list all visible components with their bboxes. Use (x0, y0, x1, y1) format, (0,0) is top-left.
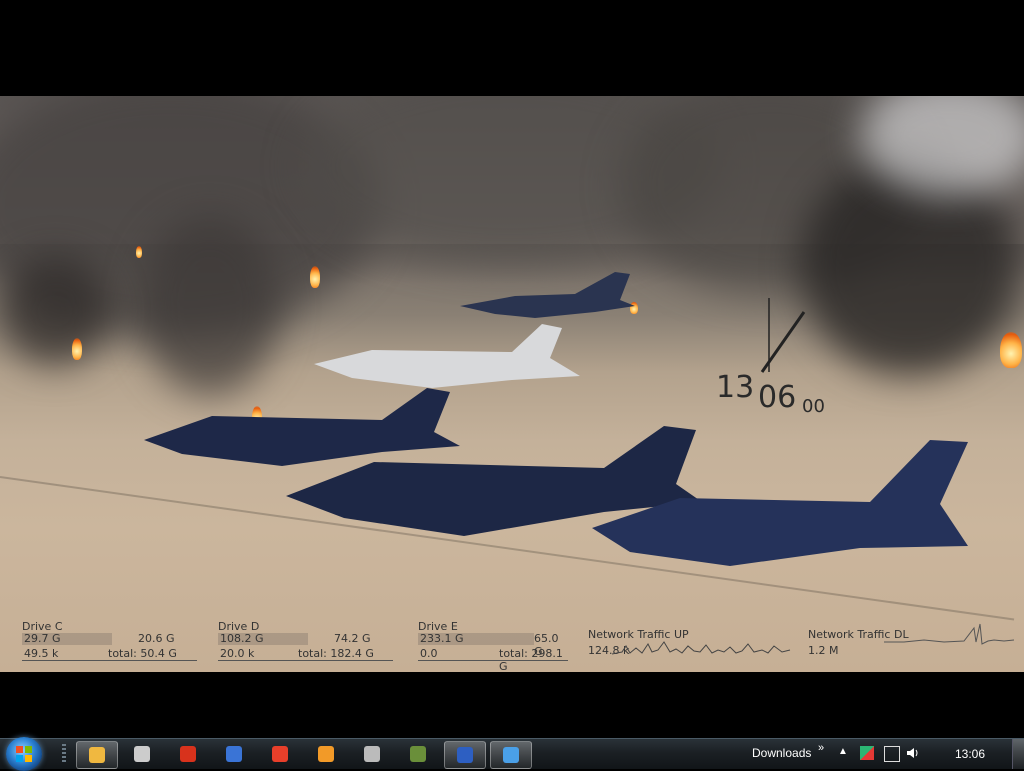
utorrent-icon (364, 746, 380, 762)
taskbar-button-alien[interactable] (122, 741, 162, 767)
taskbar-grip[interactable] (62, 744, 66, 764)
network-up-graph (612, 641, 791, 655)
drive-widget-c[interactable]: Drive C 29.7 G 20.6 G 49.5 k total: 50.4… (22, 620, 197, 662)
firefox-icon (226, 746, 242, 762)
jet-image (460, 272, 635, 318)
clock-hours: 13 (716, 370, 755, 405)
drive-total: total: 50.4 G (108, 647, 177, 660)
drive-free: 20.6 G (138, 632, 175, 645)
drive-io: 20.0 k (220, 647, 255, 660)
windows-logo-icon (16, 746, 32, 762)
start-button[interactable] (6, 737, 42, 771)
grid-app-icon (272, 746, 288, 762)
drive-used: 233.1 G (420, 632, 464, 645)
clock-minutes: 06 (758, 380, 797, 415)
taskbar-button-opera[interactable] (168, 741, 208, 767)
taskbar-button-firefox[interactable] (214, 741, 254, 767)
downloads-toolbar[interactable]: Downloads (752, 746, 811, 760)
opera-icon (180, 746, 196, 762)
network-icon[interactable] (884, 746, 900, 762)
network-down-graph (884, 623, 1014, 645)
taskbar-button-utorrent[interactable] (352, 741, 392, 767)
bottom-letterbox (0, 672, 1024, 738)
drive-used: 29.7 G (24, 632, 61, 645)
drive-io: 49.5 k (24, 647, 59, 660)
tray-clock[interactable]: 13:06 (955, 747, 985, 761)
taskbar-button-paw[interactable] (306, 741, 346, 767)
drive-used: 108.2 G (220, 632, 264, 645)
clock-seconds: 00 (802, 396, 825, 417)
save-app-icon (457, 747, 473, 763)
taskbar-button-messenger[interactable] (76, 741, 118, 769)
clock-widget[interactable]: 13 06 00 (710, 296, 840, 426)
desktop-wallpaper: 13 06 00 (0, 96, 1024, 672)
paw-icon (318, 746, 334, 762)
drive-widget-e[interactable]: Drive E 233.1 G 65.0 G 0.0 total: 298.1 … (418, 620, 568, 673)
show-hidden-icons-button[interactable]: ▲ (838, 746, 848, 757)
toolbar-overflow-chevron[interactable]: » (818, 742, 824, 754)
drive-io: 0.0 (420, 647, 438, 660)
taskbar-button-save-app[interactable] (444, 741, 486, 769)
globe-icon (503, 747, 519, 763)
jet-image (592, 440, 968, 566)
drive-free: 74.2 G (334, 632, 371, 645)
taskbar-button-globe[interactable] (490, 741, 532, 769)
alien-icon (134, 746, 150, 762)
show-desktop-button[interactable] (1012, 739, 1024, 769)
taskbar-button-miranda[interactable] (398, 741, 438, 767)
taskbar: Downloads » ▲ 13:06 (0, 737, 1024, 771)
messenger-icon (89, 747, 105, 763)
top-letterbox (0, 0, 1024, 96)
drive-widget-d[interactable]: Drive D 108.2 G 74.2 G 20.0 k total: 182… (218, 620, 393, 662)
drive-total: total: 182.4 G (298, 647, 374, 660)
taskbar-button-grid-app[interactable] (260, 741, 300, 767)
volume-icon[interactable] (906, 746, 920, 760)
network-down-value: 1.2 M (808, 644, 839, 657)
tray-app-icon[interactable] (860, 746, 874, 760)
miranda-icon (410, 746, 426, 762)
